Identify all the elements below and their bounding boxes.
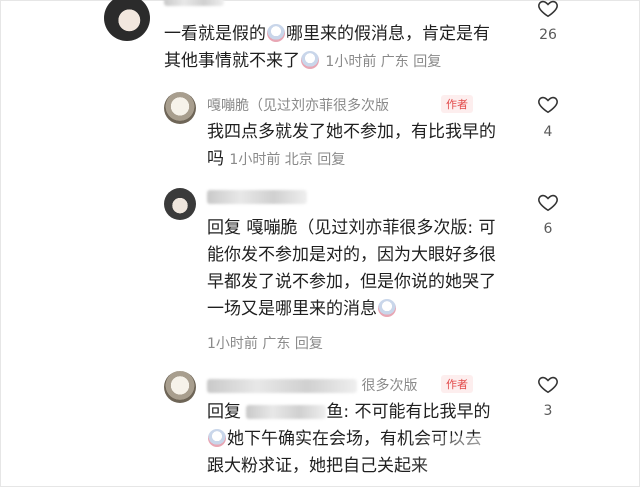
heart-outline-icon[interactable] <box>537 191 559 213</box>
username[interactable]: 嘎嘣脆（见过刘亦菲很多次版 <box>207 95 389 115</box>
author-badge: 作者 <box>441 95 473 113</box>
avatar[interactable] <box>104 0 150 41</box>
comment-section: 一看就是假的 哪里来的假消息，肯定是有 其他事情就不来了 1小时前 广东 回复 2… <box>0 0 640 487</box>
comment-time: 1小时前 <box>325 54 377 70</box>
comment-time: 1小时前 <box>229 152 281 168</box>
comment-meta: 1小时前 广东 回复 <box>207 333 323 353</box>
username[interactable]: 很多次版 <box>207 375 417 395</box>
crying-face-emoji-icon <box>378 299 396 317</box>
like-count: 6 <box>543 221 553 237</box>
reply-button[interactable]: 回复 <box>317 152 345 168</box>
reply-button[interactable]: 回复 <box>295 336 323 352</box>
comment-body: 回复 嘎嘣脆（见过刘亦菲很多次版: 可 能你发不参加是对的，因为大眼好多很 早都… <box>207 218 496 319</box>
comment-location: 北京 <box>284 152 313 168</box>
heart-outline-icon[interactable] <box>537 373 559 395</box>
like-count: 3 <box>543 403 553 419</box>
username-blurred[interactable] <box>207 189 307 205</box>
like-count: 4 <box>543 124 553 140</box>
heart-outline-icon[interactable] <box>537 93 559 115</box>
avatar[interactable] <box>164 371 196 403</box>
avatar[interactable] <box>164 92 196 124</box>
avatar[interactable] <box>164 188 196 220</box>
comment-location: 广东 <box>262 336 291 352</box>
watermark-fade <box>409 436 639 486</box>
crying-face-emoji-icon <box>208 429 226 447</box>
heart-outline-icon[interactable] <box>537 0 559 19</box>
reply-button[interactable]: 回复 <box>413 54 441 70</box>
comment-location: 广东 <box>380 54 409 70</box>
username-blurred[interactable] <box>164 0 224 7</box>
author-badge: 作者 <box>441 375 473 393</box>
comment-body: 一看就是假的 哪里来的假消息，肯定是有 其他事情就不来了 1小时前 广东 回复 <box>164 24 490 71</box>
like-count: 26 <box>539 27 557 43</box>
comment-body: 我四点多就发了她不参加，有比我早的 吗 1小时前 北京 回复 <box>207 122 496 169</box>
crying-face-emoji-icon <box>301 51 319 69</box>
comment-time: 1小时前 <box>207 336 258 352</box>
crying-face-emoji-icon <box>267 24 285 42</box>
